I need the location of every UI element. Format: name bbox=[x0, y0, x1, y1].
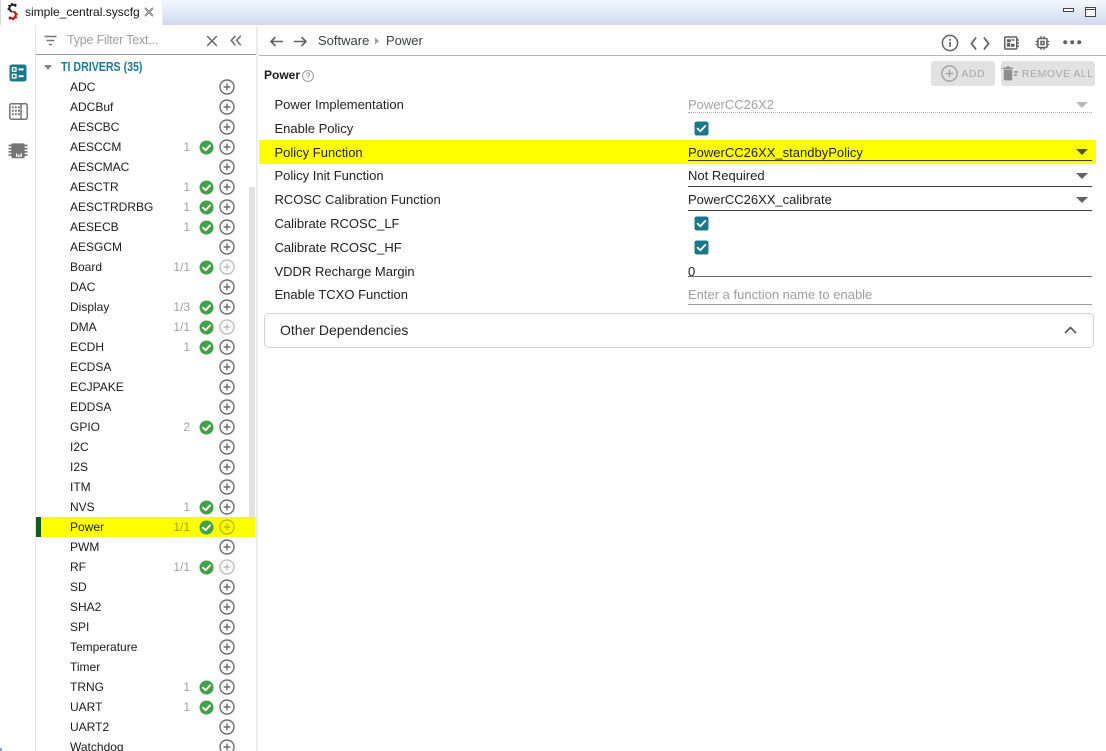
svg-text:?: ? bbox=[305, 71, 310, 80]
